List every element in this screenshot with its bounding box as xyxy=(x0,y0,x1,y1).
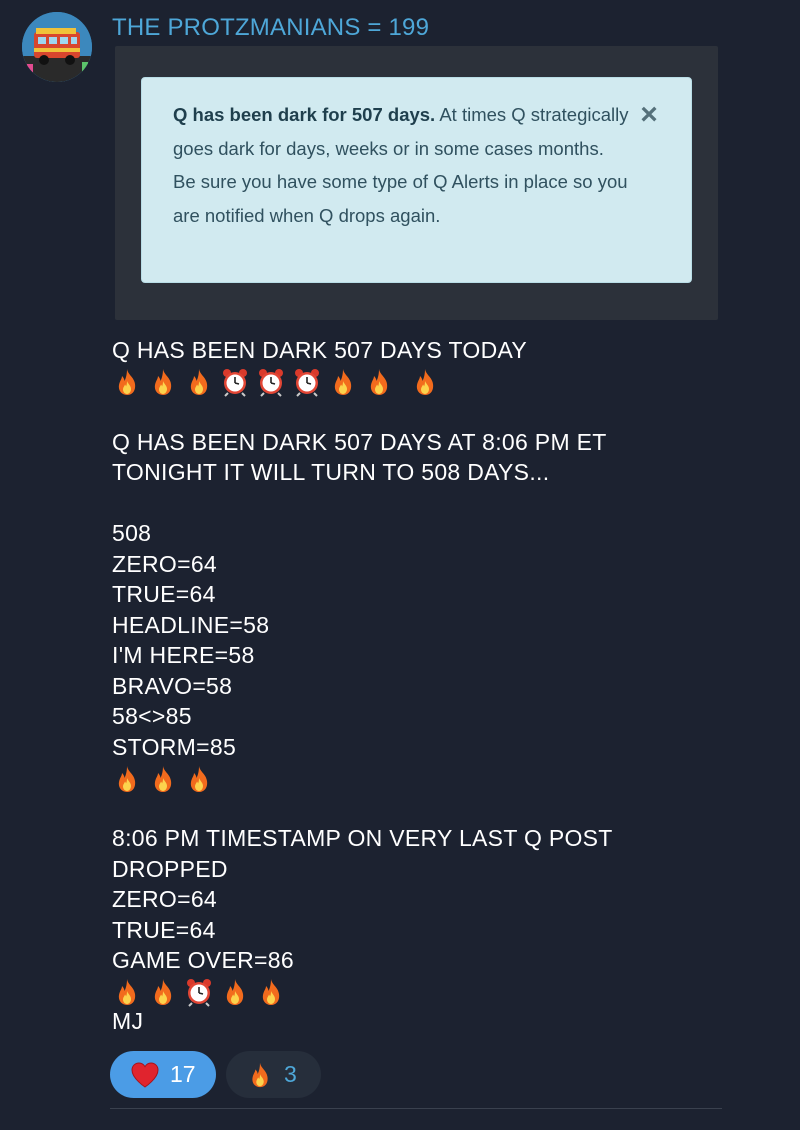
close-icon[interactable]: × xyxy=(637,98,661,132)
group-avatar-bus-icon xyxy=(22,12,92,82)
emoji-row xyxy=(112,366,752,398)
message-line: ZERO=64 xyxy=(112,550,218,577)
group-avatar[interactable] xyxy=(22,12,92,82)
fire-icon xyxy=(118,765,136,792)
message-line: ZERO=64 xyxy=(112,886,218,912)
message-line: HEADLINE=58 xyxy=(112,611,270,638)
reaction-fire-button[interactable]: 3 xyxy=(226,1051,321,1098)
message-line: TRUE=64 xyxy=(112,581,216,607)
fire-icon xyxy=(154,369,172,396)
alarm-clock-icon xyxy=(259,369,283,398)
reaction-heart-button[interactable]: 17 xyxy=(110,1051,216,1098)
message-line: GAME OVER=86 xyxy=(112,947,294,973)
reaction-count: 3 xyxy=(284,1061,297,1087)
fire-icon xyxy=(190,369,208,396)
fire-icon xyxy=(416,369,434,396)
fire-icon xyxy=(154,765,172,792)
message-line: TONIGHT IT WILL TURN TO 508 DAYS... xyxy=(112,459,550,485)
fire-icon xyxy=(190,765,208,792)
message-line: DROPPED xyxy=(112,855,228,882)
alarm-clock-icon xyxy=(223,369,247,398)
message-divider xyxy=(110,1108,722,1109)
fire-icon xyxy=(370,369,388,396)
message-line: STORM=85 xyxy=(112,733,237,760)
fire-icon xyxy=(252,1062,268,1087)
message-line: BRAVO=58 xyxy=(112,672,233,699)
alert-bold-text: Q has been dark for 507 days. xyxy=(173,104,436,125)
alert-notice: Q has been dark for 507 days. At times Q… xyxy=(141,77,692,283)
sender-name[interactable]: THE PROTZMANIANS = 199 xyxy=(112,12,429,44)
fire-icon xyxy=(118,979,136,1006)
fire-icon xyxy=(262,979,280,1006)
message-line: 8:06 PM TIMESTAMP ON VERY LAST Q POST xyxy=(112,825,613,851)
fire-icon xyxy=(118,369,136,396)
emoji-row xyxy=(112,976,752,1008)
message-line: TRUE=64 xyxy=(112,916,216,943)
alarm-clock-icon xyxy=(295,369,319,398)
message-line: MJ xyxy=(112,1008,144,1034)
message-line: 508 xyxy=(112,520,152,546)
line-spacer xyxy=(112,488,752,519)
message-line: Q HAS BEEN DARK 507 DAYS AT 8:06 PM ET xyxy=(112,428,607,455)
message-line: I'M HERE=58 xyxy=(112,642,255,668)
reaction-count: 17 xyxy=(170,1061,196,1087)
fire-icon xyxy=(154,979,172,1006)
fire-icon xyxy=(334,369,352,396)
emoji-row xyxy=(112,762,752,793)
message-line: 58<>85 xyxy=(112,703,192,729)
heart-icon xyxy=(131,1061,159,1088)
line-spacer xyxy=(112,396,752,427)
alarm-clock-icon xyxy=(187,979,211,1008)
message-line: Q HAS BEEN DARK 507 DAYS TODAY xyxy=(112,337,528,363)
line-spacer xyxy=(112,793,752,824)
message-body: Q HAS BEEN DARK 507 DAYS TODAY Q HAS BEE… xyxy=(112,335,752,1037)
fire-icon xyxy=(226,979,244,1006)
